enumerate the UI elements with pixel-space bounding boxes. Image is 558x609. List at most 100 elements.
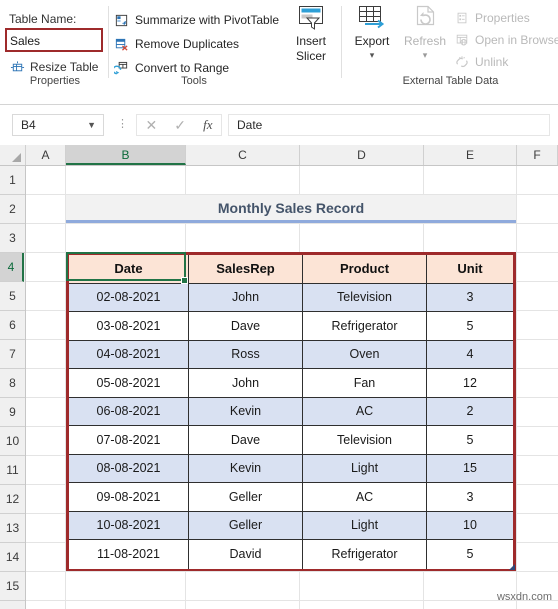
row-header-7[interactable]: 7 [0,340,25,369]
table-cell[interactable]: 4 [427,340,513,369]
table-cell[interactable]: John [189,283,303,312]
resize-table-button[interactable]: Resize Table [10,58,98,76]
row-header-4[interactable]: 4 [0,253,24,282]
table-row[interactable]: 06-08-2021 Kevin AC 2 [69,397,513,426]
resize-table-icon [10,60,25,75]
table-cell[interactable]: 15 [427,454,513,483]
cancel-icon[interactable]: ✕ [146,118,158,132]
table-cell[interactable]: 08-08-2021 [69,454,189,483]
export-chevron-down-icon[interactable]: ▾ [370,50,375,60]
table-cell[interactable]: John [189,369,303,398]
table-cell[interactable]: Ross [189,340,303,369]
table-cell[interactable]: 11-08-2021 [69,540,189,569]
table-cell[interactable]: Refrigerator [303,540,427,569]
fill-handle[interactable] [181,277,188,284]
table-cell[interactable]: 10 [427,511,513,540]
table-cell[interactable]: Fan [303,369,427,398]
table-header-cell[interactable]: Date [69,255,189,284]
table-cell[interactable]: Oven [303,340,427,369]
summarize-with-pivottable-button[interactable]: Summarize with PivotTable [114,10,279,30]
table-header-cell[interactable]: Product [303,255,427,284]
column-header-b[interactable]: B [66,145,186,165]
ribbon-group-properties: Table Name: Sales Resize Table Propertie… [0,0,110,88]
table-row[interactable]: 05-08-2021 John Fan 12 [69,369,513,398]
table-cell[interactable]: Dave [189,312,303,341]
column-header-f[interactable]: F [517,145,558,165]
table-cell[interactable]: Geller [189,483,303,512]
excel-table-sales: Date SalesRep Product Unit 02-08-2021 John Tel… [66,252,516,571]
table-cell[interactable]: 09-08-2021 [69,483,189,512]
row-header-1[interactable]: 1 [0,166,25,195]
table-resize-handle[interactable] [509,564,515,570]
table-name-input[interactable]: Sales [5,28,103,52]
select-all-corner[interactable] [0,145,26,165]
table-cell[interactable]: 3 [427,283,513,312]
name-box-chevron-down-icon[interactable]: ▼ [87,120,103,130]
table-row[interactable]: 10-08-2021 Geller Light 10 [69,511,513,540]
row-header-12[interactable]: 12 [0,485,25,514]
table-row[interactable]: 04-08-2021 Ross Oven 4 [69,340,513,369]
row-header-2[interactable]: 2 [0,195,25,224]
table-cell[interactable]: Light [303,454,427,483]
table-header-cell[interactable]: SalesRep [189,255,303,284]
remove-duplicates-button[interactable]: Remove Duplicates [114,34,239,54]
table-row[interactable]: 08-08-2021 Kevin Light 15 [69,454,513,483]
row-header-3[interactable]: 3 [0,224,25,253]
table-cell[interactable]: 12 [427,369,513,398]
enter-icon[interactable]: ✓ [174,118,186,132]
table-cell[interactable]: 05-08-2021 [69,369,189,398]
row-header-14[interactable]: 14 [0,543,25,572]
table-cell[interactable]: Kevin [189,397,303,426]
insert-function-icon[interactable]: fx [203,117,212,133]
row-header-13[interactable]: 13 [0,514,25,543]
table-cell[interactable]: 10-08-2021 [69,511,189,540]
table-cell[interactable]: Television [303,283,427,312]
table-cell[interactable]: Television [303,426,427,455]
row-header-10[interactable]: 10 [0,427,25,456]
table-cell[interactable]: Kevin [189,454,303,483]
row-header-8[interactable]: 8 [0,369,25,398]
table-cell[interactable]: 2 [427,397,513,426]
column-header-row: A B C D E F [0,145,558,166]
table-name-value[interactable]: Sales [10,33,100,49]
formula-input[interactable]: Date [228,114,550,136]
table-cell[interactable]: 07-08-2021 [69,426,189,455]
name-box[interactable]: B4 ▼ [12,114,104,136]
ribbon-group-label-properties: Properties [29,75,81,87]
export-button[interactable]: Export ▾ [347,4,397,60]
table-cell[interactable]: Refrigerator [303,312,427,341]
export-label: Export [354,34,390,48]
table-header-cell[interactable]: Unit [427,255,513,284]
table-cell[interactable]: AC [303,483,427,512]
table-row[interactable]: 09-08-2021 Geller AC 3 [69,483,513,512]
table-row[interactable]: 11-08-2021 David Refrigerator 5 [69,540,513,569]
column-header-a[interactable]: A [26,145,66,165]
row-header-9[interactable]: 9 [0,398,25,427]
table-cell[interactable]: David [189,540,303,569]
table-cell[interactable]: AC [303,397,427,426]
table-row[interactable]: 02-08-2021 John Television 3 [69,283,513,312]
column-header-c[interactable]: C [186,145,300,165]
table-cell[interactable]: 3 [427,483,513,512]
table-cell[interactable]: 03-08-2021 [69,312,189,341]
table-cell[interactable]: 02-08-2021 [69,283,189,312]
insert-slicer-button[interactable]: Insert Slicer [287,4,335,64]
table-cell[interactable]: 5 [427,540,513,569]
row-header-15[interactable]: 15 [0,572,25,601]
table-cell[interactable]: Light [303,511,427,540]
row-header-5[interactable]: 5 [0,282,25,311]
table-row[interactable]: 07-08-2021 Dave Television 5 [69,426,513,455]
table-cell[interactable]: 5 [427,426,513,455]
table-row[interactable]: 03-08-2021 Dave Refrigerator 5 [69,312,513,341]
row-header-11[interactable]: 11 [0,456,25,485]
column-header-d[interactable]: D [300,145,424,165]
table-cell[interactable]: Geller [189,511,303,540]
open-in-browser-icon [455,33,469,47]
table-cell[interactable]: 5 [427,312,513,341]
table-cell[interactable]: 06-08-2021 [69,397,189,426]
table-cell[interactable]: 04-08-2021 [69,340,189,369]
table-cell[interactable]: Dave [189,426,303,455]
row-header-6[interactable]: 6 [0,311,25,340]
ribbon-separator-1 [108,6,109,78]
column-header-e[interactable]: E [424,145,517,165]
